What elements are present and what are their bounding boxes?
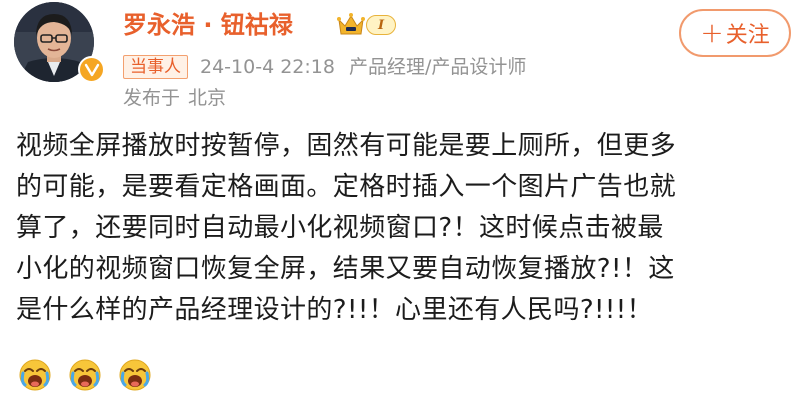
post-line: 算了，还要同时自动最小化视频窗口?！这时候点击被最 [16,213,664,243]
role-tag: 当事人 [123,55,188,79]
level-badge: I [366,15,396,35]
post-line: 小化的视频窗口恢复全屏，结果又要自动恢复播放?!！这 [16,254,675,284]
follow-label: 关注 [725,23,770,48]
avatar-container[interactable] [14,2,106,94]
crying-face-emoji-icon [19,359,51,391]
post-meta: 当事人 24-10-4 22:18 产品经理/产品设计师 [123,54,526,80]
post-content: 视频全屏播放时按暂停，固然有可能是要上厕所，但更多 的可能，是要看定格画面。定格… [16,126,792,331]
post-line: 的可能，是要看定格画面。定格时插入一个图片广告也就 [16,172,677,202]
post-time[interactable]: 24-10-4 22:18 [200,55,335,79]
username[interactable]: 罗永浩 · 钮祜禄 [123,10,293,40]
verified-icon [78,56,105,83]
post-location: 发布于 北京 [123,86,226,110]
crown-icon [337,13,365,35]
follow-button[interactable]: + 关注 [679,9,791,57]
emoji-row [18,358,152,392]
post-source: 产品经理/产品设计师 [348,56,527,78]
location-prefix: 发布于 [123,87,181,109]
location-name: 北京 [188,87,227,109]
post-line: 是什么样的产品经理设计的?!!！心里还有人民吗?!!!！ [16,295,653,325]
post-line: 视频全屏播放时按暂停，固然有可能是要上厕所，但更多 [16,131,677,161]
weibo-post: 罗永浩 · 钮祜禄 I + 关注 当事人 24-10-4 22:18 产品经理/… [0,0,800,403]
plus-icon: + [700,16,724,49]
crying-face-emoji-icon [69,359,101,391]
crying-face-emoji-icon [119,359,151,391]
